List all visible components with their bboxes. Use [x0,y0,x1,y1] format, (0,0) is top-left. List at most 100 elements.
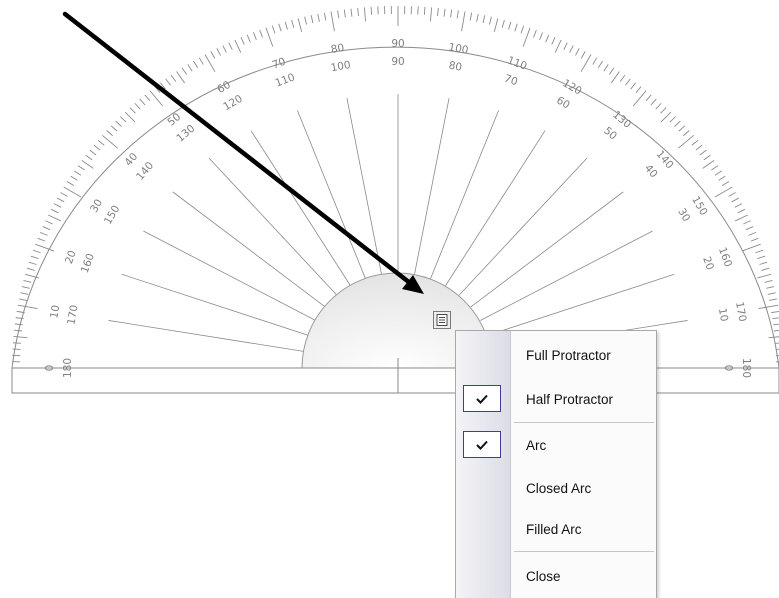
degree-tick [555,40,561,53]
degree-tick [54,204,61,208]
degree-tick [331,11,334,31]
degree-tick [135,103,140,109]
degree-tick [769,299,777,301]
degree-tick [94,145,100,150]
degree-tick [661,108,667,114]
degree-tick [260,30,263,37]
scale-label-outer: 80 [330,42,345,56]
degree-tick [742,244,761,251]
degree-tick [43,227,50,230]
degree-tick [661,112,671,122]
degree-tick [182,68,186,75]
degree-tick [125,112,135,122]
degree-tick [451,10,452,18]
degree-tick [774,330,779,331]
menu-item-label: Full Protractor [526,348,611,363]
degree-tick [759,262,767,264]
degree-tick [748,232,755,235]
degree-tick [82,160,93,168]
degree-tick [636,87,641,93]
menu-item-label: Close [526,569,561,584]
degree-tick [33,250,41,253]
degree-tick [60,192,67,196]
degree-tick [51,209,58,213]
degree-tick [438,8,439,16]
degree-tick [746,227,753,230]
degree-tick [523,28,530,47]
degree-tick [45,221,52,224]
menu-item-label: Filled Arc [526,522,582,537]
degree-tick [98,140,104,145]
degree-tick [22,287,30,289]
menu-item-label: Arc [526,438,546,453]
degree-tick [292,20,294,28]
degree-tick [19,299,27,301]
degree-tick [502,20,504,28]
degree-tick [489,17,491,25]
degree-tick [771,311,779,312]
degree-tick [552,37,555,44]
degree-tick [364,7,365,21]
degree-tick [311,15,313,23]
menu-list-icon [436,314,448,326]
degree-tick [575,48,579,55]
menu-item-label: Closed Arc [526,481,591,496]
scale-label-inner: 0 [722,365,734,372]
degree-tick [483,15,485,23]
menu-item-half-protractor[interactable]: Half Protractor [456,381,656,417]
degree-tick [140,99,145,105]
degree-tick [102,135,117,148]
degree-tick [31,256,39,258]
degree-tick [546,35,549,42]
degree-tick [593,58,597,65]
degree-tick [67,182,74,186]
degree-tick [773,324,779,325]
degree-tick [38,238,45,241]
degree-tick [656,103,661,109]
scale-label-inner: 180 [62,358,74,378]
degree-tick [625,79,630,85]
degree-tick [150,91,163,106]
menu-item-closed-arc[interactable]: Closed Arc [456,470,656,506]
degree-tick [266,28,273,47]
degree-tick [775,343,779,344]
degree-tick [177,71,185,82]
degree-tick [279,24,281,32]
degree-tick [715,171,722,175]
degree-tick [145,95,150,101]
degree-tick [509,22,511,30]
degree-tick [111,126,117,131]
protractor-menu-button[interactable] [433,311,451,329]
menu-item-full-protractor[interactable]: Full Protractor [456,337,656,373]
menu-item-arc[interactable]: Arc [456,427,656,463]
degree-tick [371,7,372,15]
degree-tick [444,9,445,17]
degree-tick [193,61,197,68]
degree-tick [116,121,122,126]
degree-tick [217,48,221,55]
checkmark-icon [463,385,501,412]
scale-label-outer: 10 [48,304,62,319]
degree-tick [646,95,651,101]
degree-tick [272,26,275,34]
degree-tick [74,171,81,175]
menu-item-close[interactable]: Close [456,558,656,594]
degree-tick [235,40,241,53]
degree-tick [743,221,750,224]
degree-tick [703,160,714,168]
degree-tick [90,150,96,155]
degree-tick [696,145,702,150]
degree-tick [130,108,136,114]
degree-tick [581,51,585,58]
degree-tick [253,32,256,39]
degree-tick [761,268,769,270]
scale-label-inner: 80 [448,60,463,74]
degree-tick [247,35,250,42]
degree-tick [229,43,233,50]
degree-tick [757,274,771,278]
degree-tick [755,250,763,253]
degree-tick [757,256,765,258]
menu-item-filled-arc[interactable]: Filled Arc [456,511,656,547]
degree-tick [679,126,685,131]
degree-tick [13,343,21,344]
